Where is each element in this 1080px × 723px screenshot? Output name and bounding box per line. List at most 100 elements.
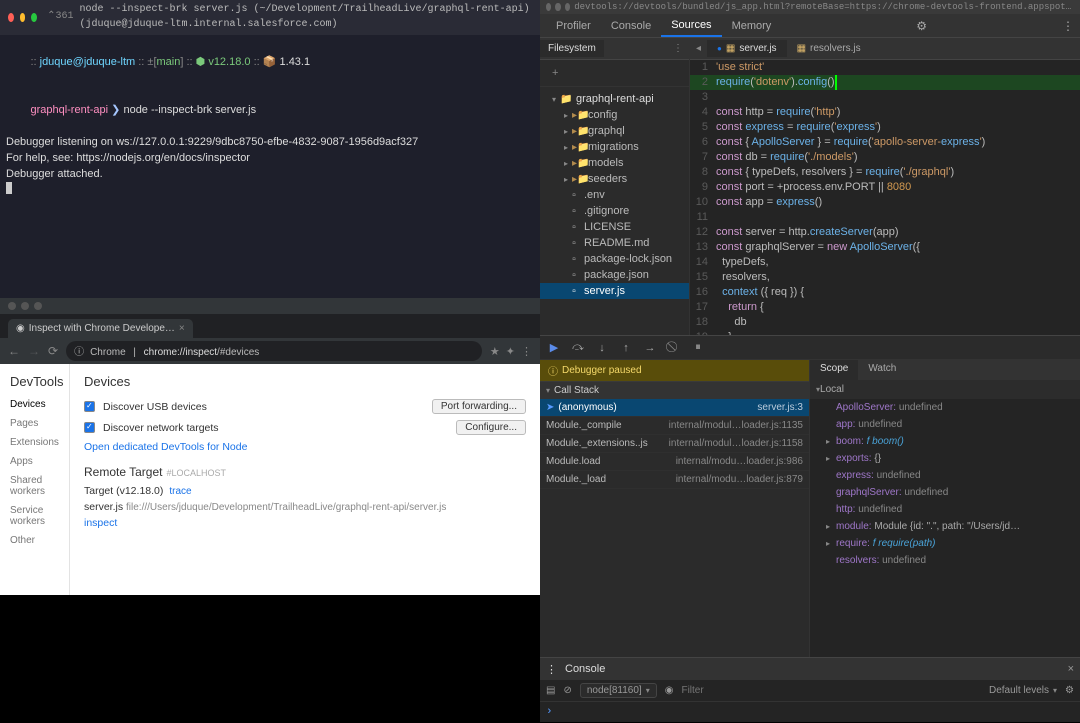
stack-frame[interactable]: Module._extensions..jsinternal/modul…loa… bbox=[540, 435, 809, 453]
minimize-icon[interactable] bbox=[21, 302, 29, 310]
target-script: server.js bbox=[84, 501, 123, 513]
sidebar-item-devices[interactable]: Devices bbox=[0, 395, 69, 414]
sidebar-item-pages[interactable]: Pages bbox=[0, 414, 69, 433]
port-forwarding-button[interactable]: Port forwarding... bbox=[432, 399, 526, 414]
pause-exceptions-icon[interactable]: ⏸ bbox=[688, 338, 708, 358]
sidetab-filesystem[interactable]: Filesystem bbox=[540, 40, 604, 57]
eye-icon[interactable]: ◉ bbox=[665, 685, 674, 696]
step-over-icon[interactable]: ⤼ bbox=[568, 338, 588, 358]
sidebar-item-service-workers[interactable]: Service workers bbox=[0, 501, 69, 531]
close-icon[interactable] bbox=[8, 13, 14, 22]
terminal-body[interactable]: :: jduque@jduque-ltm :: ±[main] :: ⬢ v12… bbox=[0, 35, 540, 205]
scope-variable[interactable]: ApolloServer: undefined bbox=[810, 399, 1080, 416]
callstack-header[interactable]: ▾Call Stack bbox=[540, 381, 809, 399]
inspect-link[interactable]: inspect bbox=[84, 517, 117, 529]
file-icon: ▫ bbox=[568, 222, 580, 233]
stack-frame[interactable]: Module._loadinternal/modu…loader.js:879 bbox=[540, 471, 809, 489]
sidebar-item-extensions[interactable]: Extensions bbox=[0, 433, 69, 452]
trace-link[interactable]: trace bbox=[169, 486, 191, 497]
log-levels-selector[interactable]: Default levels▾ bbox=[989, 685, 1057, 696]
stack-frame[interactable]: Module._compileinternal/modul…loader.js:… bbox=[540, 417, 809, 435]
minimize-icon[interactable] bbox=[555, 3, 560, 11]
deactivate-breakpoints-icon[interactable]: ⃠ bbox=[664, 338, 684, 358]
tab-profiler[interactable]: Profiler bbox=[546, 16, 601, 36]
reload-icon[interactable]: ⟳ bbox=[48, 344, 58, 358]
close-icon[interactable] bbox=[8, 302, 16, 310]
add-folder-icon[interactable]: + bbox=[546, 64, 564, 82]
tree-item[interactable]: ▫.gitignore bbox=[540, 203, 689, 219]
console-prompt[interactable]: › bbox=[540, 702, 1080, 722]
back-icon[interactable]: ← bbox=[8, 344, 20, 358]
tree-item[interactable]: ▫.env bbox=[540, 187, 689, 203]
tree-item[interactable]: ▸▸📁graphql bbox=[540, 123, 689, 139]
resume-icon[interactable]: ▶ bbox=[544, 338, 564, 358]
step-out-icon[interactable]: ↑ bbox=[616, 338, 636, 358]
sidebar-item-apps[interactable]: Apps bbox=[0, 452, 69, 471]
tab-memory[interactable]: Memory bbox=[722, 16, 782, 36]
tree-item[interactable]: ▸▸📁seeders bbox=[540, 171, 689, 187]
tree-item[interactable]: ▸▸📁migrations bbox=[540, 139, 689, 155]
filetab-server-js[interactable]: ●▦server.js bbox=[707, 40, 787, 57]
tab-prev-icon[interactable]: ◂ bbox=[690, 43, 707, 54]
close-icon[interactable] bbox=[546, 3, 551, 11]
scope-header[interactable]: ▾Local bbox=[810, 380, 1080, 399]
maximize-icon[interactable] bbox=[31, 13, 37, 22]
network-targets-checkbox[interactable] bbox=[84, 422, 95, 433]
tab-sources[interactable]: Sources bbox=[661, 15, 721, 37]
terminal-output: Debugger attached. bbox=[6, 167, 534, 183]
url-field[interactable]: ⓘ Chrome | chrome://inspect/#devices bbox=[66, 341, 482, 361]
scope-variable[interactable]: ▸require: f require(path) bbox=[810, 535, 1080, 552]
configure-button[interactable]: Configure... bbox=[456, 420, 526, 435]
scope-variable[interactable]: graphqlServer: undefined bbox=[810, 484, 1080, 501]
scope-variable[interactable]: resolvers: undefined bbox=[810, 552, 1080, 569]
tree-root[interactable]: ▾📁graphql-rent-api bbox=[540, 91, 689, 107]
devtools-tabs: Profiler Console Sources Memory ⚙ ⋮ bbox=[540, 14, 1080, 38]
close-console-icon[interactable]: × bbox=[1068, 663, 1074, 675]
chrome-window: ◉ Inspect with Chrome Develope… × ← → ⟳ … bbox=[0, 298, 540, 595]
scopetab-scope[interactable]: Scope bbox=[810, 360, 858, 380]
forward-icon[interactable]: → bbox=[28, 344, 40, 358]
tab-console[interactable]: Console bbox=[601, 16, 661, 36]
scope-variable[interactable]: app: undefined bbox=[810, 416, 1080, 433]
scope-variable[interactable]: ▸module: Module {id: ".", path: "/Users/… bbox=[810, 518, 1080, 535]
sidebar-item-other[interactable]: Other bbox=[0, 531, 69, 550]
filetab-resolvers-js[interactable]: ▦resolvers.js bbox=[787, 40, 871, 57]
tree-item[interactable]: ▸▸📁models bbox=[540, 155, 689, 171]
stack-frame[interactable]: Module.loadinternal/modu…loader.js:986 bbox=[540, 453, 809, 471]
sidebar-toggle-icon[interactable]: ▤ bbox=[546, 685, 555, 696]
close-tab-icon[interactable]: × bbox=[179, 323, 185, 334]
menu-icon[interactable]: ⋮ bbox=[521, 345, 532, 358]
settings-icon[interactable]: ⚙ bbox=[916, 19, 927, 33]
tree-item[interactable]: ▫LICENSE bbox=[540, 219, 689, 235]
menu-icon[interactable]: ⋮ bbox=[546, 663, 557, 676]
tree-item[interactable]: ▫server.js bbox=[540, 283, 689, 299]
settings-icon[interactable]: ⚙ bbox=[1065, 685, 1074, 696]
maximize-icon[interactable] bbox=[34, 302, 42, 310]
sidebar-item-shared-workers[interactable]: Shared workers bbox=[0, 471, 69, 501]
step-icon[interactable]: → bbox=[640, 338, 660, 358]
extension-icon[interactable]: ✦ bbox=[506, 345, 515, 358]
scope-variable[interactable]: express: undefined bbox=[810, 467, 1080, 484]
tree-item[interactable]: ▫README.md bbox=[540, 235, 689, 251]
scope-variable[interactable]: ▸boom: f boom() bbox=[810, 433, 1080, 450]
minimize-icon[interactable] bbox=[20, 13, 26, 22]
tree-item[interactable]: ▫package.json bbox=[540, 267, 689, 283]
clear-console-icon[interactable]: ⊘ bbox=[563, 685, 571, 696]
menu-icon[interactable]: ⋮ bbox=[1062, 19, 1074, 33]
overflow-icon[interactable]: ⋮ bbox=[667, 40, 689, 57]
extension-icon[interactable]: ★ bbox=[490, 345, 500, 358]
scope-variable[interactable]: ▸exports: {} bbox=[810, 450, 1080, 467]
scopetab-watch[interactable]: Watch bbox=[858, 360, 906, 380]
console-filter-input[interactable] bbox=[681, 685, 981, 696]
dedicated-devtools-link[interactable]: Open dedicated DevTools for Node bbox=[84, 441, 247, 453]
stack-frame[interactable]: ➤(anonymous)server.js:3 bbox=[540, 399, 809, 417]
maximize-icon[interactable] bbox=[565, 3, 570, 11]
tree-item[interactable]: ▸▸📁config bbox=[540, 107, 689, 123]
context-selector[interactable]: node[81160]▾ bbox=[580, 683, 657, 698]
step-into-icon[interactable]: ↓ bbox=[592, 338, 612, 358]
terminal-tab-label: ⌃361 bbox=[47, 10, 73, 25]
browser-tab[interactable]: ◉ Inspect with Chrome Develope… × bbox=[8, 319, 193, 338]
scope-variable[interactable]: http: undefined bbox=[810, 501, 1080, 518]
tree-item[interactable]: ▫package-lock.json bbox=[540, 251, 689, 267]
usb-checkbox[interactable] bbox=[84, 401, 95, 412]
